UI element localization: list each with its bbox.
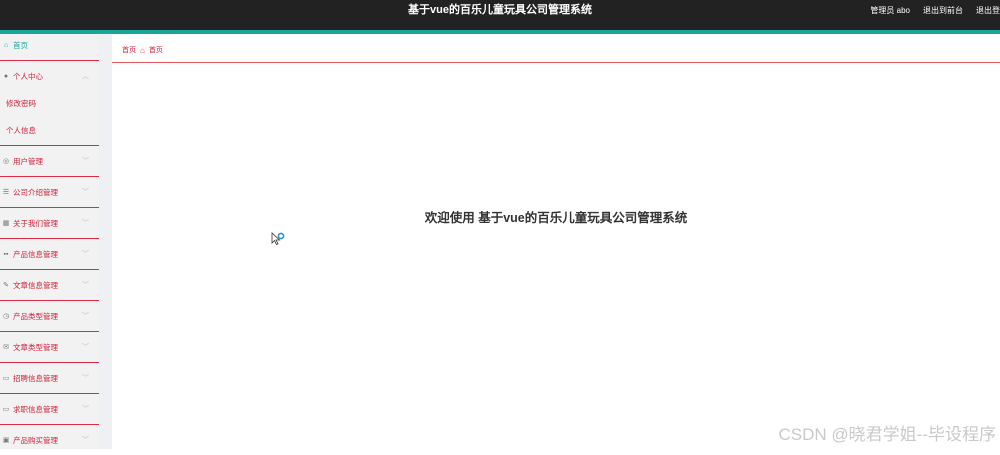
sidebar-item-label: 产品购买管理 xyxy=(13,435,58,445)
sidebar-item-product-type[interactable]: ◷ 产品类型管理 ﹀ xyxy=(0,301,99,331)
logout-link[interactable]: 退出登录 xyxy=(976,5,1000,16)
breadcrumb: 首页 ⌂ 首页 xyxy=(122,44,163,56)
sidebar-item-recruitment[interactable]: ▭ 招聘信息管理 ﹀ xyxy=(0,363,99,393)
chevron-down-icon: ﹀ xyxy=(82,313,89,320)
sidebar-item-label: 首页 xyxy=(13,40,28,50)
sidebar-item-label: 产品信息管理 xyxy=(13,249,58,259)
sidebar-item-label: 求职信息管理 xyxy=(13,404,58,414)
chevron-down-icon: ﹀ xyxy=(82,282,89,289)
sidebar-item-product-purchase[interactable]: ▣ 产品购买管理 ﹀ xyxy=(0,425,99,455)
sidebar-item-about-us[interactable]: ▦ 关于我们管理 ﹀ xyxy=(0,208,99,238)
sidebar-item-product-info[interactable]: ▪▪ 产品信息管理 ﹀ xyxy=(0,239,99,269)
sidebar-item-label: 文章类型管理 xyxy=(13,342,58,352)
sidebar-item-company-intro[interactable]: ☰ 公司介绍管理 ﹀ xyxy=(0,177,99,207)
sidebar-item-label: 招聘信息管理 xyxy=(13,373,58,383)
sidebar-item-article-info[interactable]: ✎ 文章信息管理 ﹀ xyxy=(0,270,99,300)
chevron-down-icon: ﹀ xyxy=(82,158,89,165)
breadcrumb-divider xyxy=(112,62,1000,63)
app-title: 基于vue的百乐儿童玩具公司管理系统 xyxy=(408,4,592,16)
sidebar-item-label: 产品类型管理 xyxy=(13,311,58,321)
edit-icon: ✎ xyxy=(3,282,9,289)
sidebar-item-label: 关于我们管理 xyxy=(13,218,58,228)
sidebar-item-personal-center[interactable]: ● 个人中心 ︿ xyxy=(0,61,99,91)
user-gear-icon: ◎ xyxy=(2,158,10,165)
sidebar-item-article-type[interactable]: ✉ 文章类型管理 ﹀ xyxy=(0,332,99,362)
chevron-down-icon: ﹀ xyxy=(82,189,89,196)
calendar-icon: ▦ xyxy=(2,220,10,227)
breadcrumb-home-link[interactable]: 首页 xyxy=(122,45,136,55)
sidebar-item-label: 公司介绍管理 xyxy=(13,187,58,197)
list-icon: ☰ xyxy=(2,189,10,196)
chevron-up-icon: ︿ xyxy=(82,73,89,80)
chevron-down-icon: ﹀ xyxy=(82,406,89,413)
box-icon: ▣ xyxy=(2,437,10,444)
clock-icon: ◷ xyxy=(2,313,10,320)
sidebar-item-home[interactable]: ⌂ 首页 xyxy=(0,30,99,60)
goto-front-link[interactable]: 退出到前台 xyxy=(923,5,963,16)
chevron-down-icon: ﹀ xyxy=(82,344,89,351)
breadcrumb-current: 首页 xyxy=(148,47,163,54)
chevron-down-icon: ﹀ xyxy=(82,437,89,444)
submenu-personal-info[interactable]: 个人信息 xyxy=(6,124,36,138)
user-icon: ● xyxy=(3,72,9,80)
submenu-change-password[interactable]: 修改密码 xyxy=(6,97,36,111)
admin-label: 管理员 abo xyxy=(870,5,910,15)
sidebar-item-job-seeking[interactable]: ▭ 求职信息管理 ﹀ xyxy=(0,394,99,424)
header-accent-stripe xyxy=(0,30,1000,34)
chevron-down-icon: ﹀ xyxy=(82,375,89,382)
sidebar-item-user-management[interactable]: ◎ 用户管理 ﹀ xyxy=(0,146,99,176)
watermark: CSDN @晓君学姐--毕设程序 xyxy=(778,425,996,444)
welcome-message: 欢迎使用 基于vue的百乐儿童玩具公司管理系统 xyxy=(424,211,688,225)
sidebar-item-label: 用户管理 xyxy=(13,156,43,166)
header-user-links: 管理员 abo 退出到前台 退出登录 xyxy=(870,0,1000,20)
sidebar-gutter xyxy=(99,34,112,449)
grid-icon: ▪▪ xyxy=(3,250,9,258)
chevron-down-icon: ﹀ xyxy=(82,220,89,227)
sidebar-item-label: 个人中心 xyxy=(13,71,43,81)
message-icon: ✉ xyxy=(3,344,9,351)
home-icon: ⌂ xyxy=(140,45,145,55)
busy-cursor-icon xyxy=(271,232,285,246)
monitor-icon: ▭ xyxy=(2,406,10,413)
monitor-icon: ▭ xyxy=(2,375,10,382)
home-icon: ⌂ xyxy=(3,41,9,49)
sidebar-item-label: 文章信息管理 xyxy=(13,280,58,290)
chevron-down-icon: ﹀ xyxy=(82,251,89,258)
